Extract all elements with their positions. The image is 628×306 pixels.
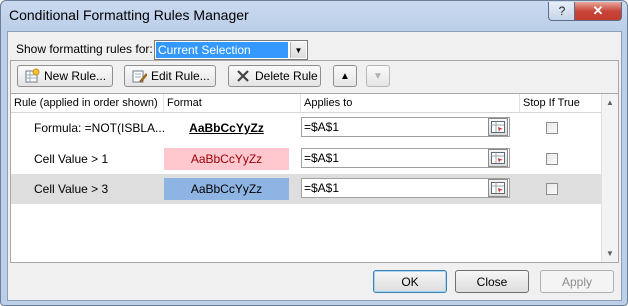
show-rules-selected: Current Selection: [156, 42, 288, 58]
format-preview: AaBbCcYyZz: [164, 148, 289, 170]
title-bar[interactable]: Conditional Formatting Rules Manager ? ✕: [1, 1, 627, 31]
close-button[interactable]: Close: [455, 270, 529, 293]
col-stop-if-true: Stop If True: [523, 97, 580, 109]
col-applies-to: Applies to: [301, 94, 520, 112]
delete-icon: [235, 68, 251, 84]
stop-if-true-checkbox[interactable]: [546, 122, 558, 134]
rule-row[interactable]: Formula: =NOT(ISBLA... AaBbCcYyZz =$A$1: [11, 113, 601, 143]
rule-description: Cell Value > 1: [34, 152, 109, 166]
help-icon: ?: [558, 4, 566, 18]
rule-description: Formula: =NOT(ISBLA...: [34, 121, 166, 135]
dialog-body: Show formatting rules for: Current Selec…: [7, 31, 622, 301]
col-format: Format: [164, 94, 301, 112]
chevron-down-icon[interactable]: ▼: [290, 42, 306, 58]
help-button[interactable]: ?: [548, 2, 576, 21]
edit-rule-label: Edit Rule...: [151, 69, 210, 83]
collapse-dialog-icon: [491, 121, 505, 133]
show-rules-dropdown[interactable]: Current Selection ▼: [154, 40, 308, 60]
show-rules-label: Show formatting rules for:: [16, 42, 153, 56]
applies-to-field[interactable]: =$A$1: [301, 148, 510, 168]
rules-manager-dialog: Conditional Formatting Rules Manager ? ✕…: [0, 0, 628, 306]
dialog-title: Conditional Formatting Rules Manager: [9, 7, 249, 23]
move-up-icon: ▲: [340, 70, 350, 82]
stop-if-true-checkbox[interactable]: [546, 183, 558, 195]
close-window-button[interactable]: ✕: [574, 2, 622, 21]
stop-if-true-checkbox[interactable]: [546, 153, 558, 165]
rules-list: Rule (applied in order shown) Format App…: [10, 93, 619, 263]
delete-rule-button[interactable]: Delete Rule: [228, 65, 321, 87]
new-rule-icon: [24, 68, 40, 84]
format-preview: AaBbCcYyZz: [189, 121, 264, 135]
range-picker-button[interactable]: [488, 118, 508, 136]
edit-rule-icon: [131, 68, 148, 84]
applies-to-field[interactable]: =$A$1: [301, 117, 510, 137]
vertical-scrollbar[interactable]: ▲ ▼: [601, 94, 618, 262]
collapse-dialog-icon: [491, 182, 505, 194]
rule-row-selected[interactable]: Cell Value > 3 AaBbCcYyZz =$A$1: [11, 174, 601, 204]
new-rule-button[interactable]: New Rule...: [17, 65, 113, 87]
move-down-button[interactable]: ▼: [366, 65, 390, 87]
move-down-icon: ▼: [373, 70, 383, 82]
edit-rule-button[interactable]: Edit Rule...: [124, 65, 216, 87]
delete-rule-label: Delete Rule: [255, 69, 318, 83]
collapse-dialog-icon: [491, 152, 505, 164]
format-preview: AaBbCcYyZz: [164, 178, 289, 200]
rule-description: Cell Value > 3: [34, 182, 109, 196]
ok-button[interactable]: OK: [373, 270, 447, 293]
applies-to-field[interactable]: =$A$1: [301, 178, 510, 198]
scroll-up-icon[interactable]: ▲: [602, 94, 618, 111]
apply-button[interactable]: Apply: [540, 270, 614, 293]
rule-row[interactable]: Cell Value > 1 AaBbCcYyZz =$A$1: [11, 144, 601, 174]
col-rule: Rule (applied in order shown): [11, 94, 164, 112]
range-picker-button[interactable]: [488, 179, 508, 197]
move-up-button[interactable]: ▲: [333, 65, 357, 87]
scroll-down-icon[interactable]: ▼: [602, 245, 618, 262]
rules-toolbar: New Rule... Edit Rule... Delete Rule ▲ ▼: [10, 60, 619, 94]
range-picker-button[interactable]: [488, 149, 508, 167]
rules-list-header: Rule (applied in order shown) Format App…: [11, 94, 601, 113]
close-icon: ✕: [592, 3, 604, 18]
new-rule-label: New Rule...: [44, 69, 107, 83]
